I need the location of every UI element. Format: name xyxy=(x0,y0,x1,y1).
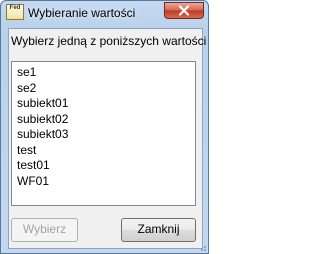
list-item[interactable]: test01 xyxy=(17,158,195,174)
window-close-button[interactable] xyxy=(164,2,204,19)
close-icon xyxy=(178,5,190,16)
prompt-label: Wybierz jedną z poniższych wartości xyxy=(11,34,207,48)
close-button[interactable]: Zamknij xyxy=(121,218,196,242)
list-item[interactable]: subiekt02 xyxy=(17,112,195,128)
list-item[interactable]: test xyxy=(17,143,195,159)
list-item[interactable]: subiekt03 xyxy=(17,127,195,143)
list-item[interactable]: WF01 xyxy=(17,174,195,190)
dialog-client-area: Wybierz jedną z poniższych wartości se1 … xyxy=(8,28,207,249)
values-listbox[interactable]: se1 se2 subiekt01 subiekt02 subiekt03 te… xyxy=(11,61,196,206)
list-item[interactable]: subiekt01 xyxy=(17,96,195,112)
list-item[interactable]: se2 xyxy=(17,81,195,97)
title-bar[interactable]: Fed Wybieranie wartości xyxy=(1,1,208,28)
window-title: Wybieranie wartości xyxy=(28,6,136,20)
resize-grip-icon[interactable] xyxy=(197,242,207,252)
select-button[interactable]: Wybierz xyxy=(11,218,78,242)
list-item[interactable]: se1 xyxy=(17,65,195,81)
app-icon: Fed xyxy=(6,4,24,20)
dialog-window: Fed Wybieranie wartości Wybierz jedną z … xyxy=(0,0,209,254)
